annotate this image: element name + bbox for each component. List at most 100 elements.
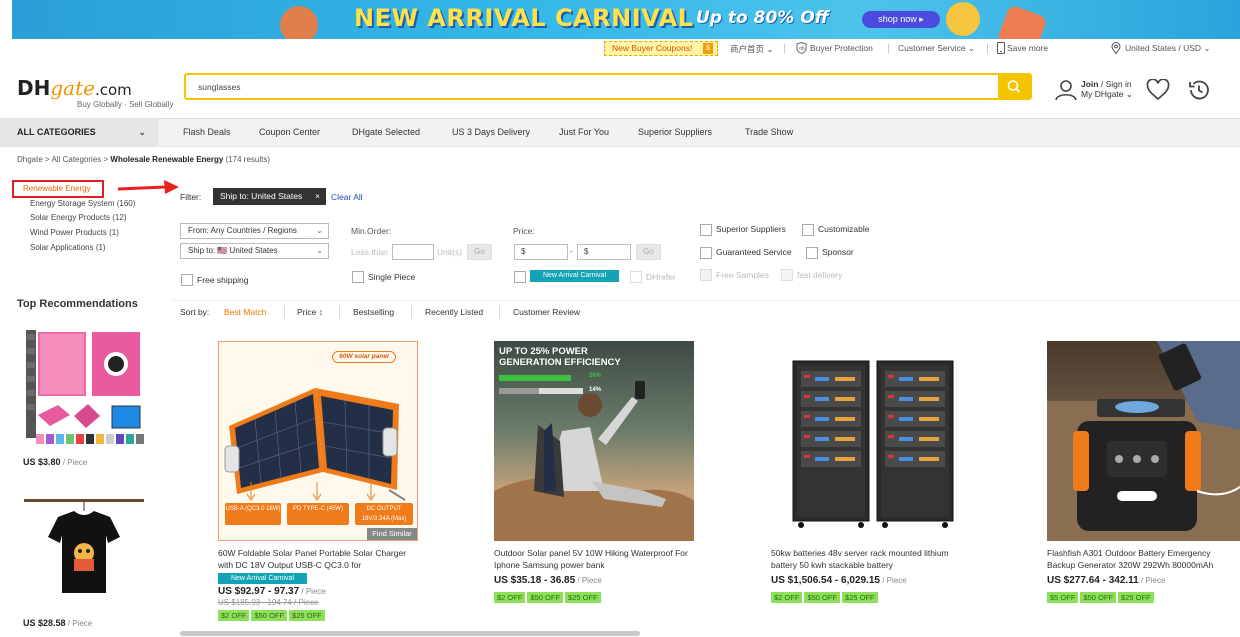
nav-coupon-center[interactable]: Coupon Center	[259, 127, 320, 137]
user-icon[interactable]	[1054, 78, 1078, 102]
product-card[interactable]: 60W solar panel USB-A (QC3.0 18W) PD TYP…	[218, 341, 418, 622]
coupon-tag[interactable]: $25 OFF	[842, 592, 878, 603]
search-button[interactable]	[998, 75, 1030, 98]
product-card[interactable]: 50kw batteries 48v server rack mounted l…	[771, 341, 971, 604]
min-order-input[interactable]	[392, 244, 434, 260]
price-go-button[interactable]: Go	[636, 244, 661, 260]
product-image[interactable]	[771, 341, 971, 541]
history-icon[interactable]	[1187, 78, 1211, 104]
coupon-tag[interactable]: $50 OFF	[251, 610, 288, 621]
sign-in-link[interactable]: Join / Sign in My DHgate ⌄	[1081, 79, 1133, 99]
nav-dhgate-selected[interactable]: DHgate Selected	[352, 127, 420, 137]
min-order-go-button[interactable]: Go	[467, 244, 492, 260]
from-region-select[interactable]: From: Any Countries / Regions ⌄	[180, 223, 329, 239]
sidebar-category-renewable-energy[interactable]: Renewable Energy	[12, 180, 104, 198]
buyer-protection-link[interactable]: Buyer Protection	[810, 43, 873, 53]
customer-service-menu[interactable]: Customer Service ⌄	[898, 43, 975, 54]
heart-icon[interactable]	[1146, 78, 1170, 103]
product-card[interactable]: Flashfish A301 Outdoor Battery Emergency…	[1047, 341, 1240, 604]
search-input[interactable]: sunglasses	[198, 82, 241, 92]
coupon-tag[interactable]: $5 OFF	[1047, 592, 1079, 603]
promo-banner[interactable]: NEW ARRIVAL CARNIVAL Up to 80% Off shop …	[12, 0, 1240, 39]
sidebar-item-solar-energy[interactable]: Solar Energy Products (12)	[30, 213, 127, 222]
sign-in-label[interactable]: / Sign in	[1098, 79, 1132, 89]
single-piece-checkbox[interactable]	[352, 271, 364, 283]
sidebar-item-wind-power[interactable]: Wind Power Products (1)	[30, 228, 119, 237]
customizable-label: Customizable	[818, 224, 870, 234]
clear-all-link[interactable]: Clear All	[331, 192, 363, 202]
price-max-input[interactable]: $	[577, 244, 631, 260]
join-link[interactable]: Join	[1081, 79, 1098, 89]
nav-trade-show[interactable]: Trade Show	[745, 127, 793, 137]
product-title[interactable]: Outdoor Solar panel 5V 10W Hiking Waterp…	[494, 547, 694, 571]
nav-just-for-you[interactable]: Just For You	[559, 127, 609, 137]
my-dhgate-menu[interactable]: My DHgate ⌄	[1081, 89, 1133, 99]
price-unit: / Piece	[60, 458, 88, 467]
new-arrival-carnival-badge: New Arrival Carnival	[530, 270, 619, 282]
guaranteed-service-checkbox[interactable]	[700, 247, 712, 259]
product-image[interactable]: UP TO 25% POWER GENERATION EFFICIENCY 26…	[494, 341, 694, 541]
coupon-tag[interactable]: $50 OFF	[804, 592, 841, 603]
fast-delivery-label: fast delivery	[797, 270, 843, 280]
recommendation-image[interactable]	[18, 495, 150, 607]
dhrefer-checkbox[interactable]	[630, 271, 642, 283]
coupon-tag[interactable]: $2 OFF	[218, 610, 250, 621]
sponsor-checkbox[interactable]	[806, 247, 818, 259]
product-price: US $35.18 - 36.85 / Piece	[494, 575, 694, 586]
header: DHgate.com Buy Globally · Sell Globally …	[0, 58, 1240, 118]
sort-price[interactable]: Price ↕	[297, 307, 323, 317]
product-title[interactable]: Flashfish A301 Outdoor Battery Emergency…	[1047, 547, 1240, 571]
all-categories-menu[interactable]: ALL CATEGORIES ⌄	[0, 119, 158, 146]
breadcrumb-path[interactable]: Dhgate > All Categories >	[17, 155, 110, 164]
coupon-tag[interactable]: $2 OFF	[771, 592, 803, 603]
nav-flash-deals[interactable]: Flash Deals	[183, 127, 231, 137]
ship-to-select[interactable]: Ship to: 🇺🇸 United States ⌄	[180, 243, 329, 259]
port-label: USB-A (QC3.0 18W)	[225, 503, 281, 525]
new-arrival-carnival-badge: New Arrival Carnival	[218, 573, 307, 584]
product-image[interactable]	[1047, 341, 1240, 541]
close-icon[interactable]: ×	[315, 188, 320, 205]
merchant-home-link[interactable]: 商户首页 ⌄	[730, 43, 773, 55]
banner-shop-now-button[interactable]: shop now ▸	[862, 11, 940, 28]
single-piece-label: Single Piece	[368, 272, 416, 282]
dhgate-logo[interactable]: DHgate.com	[17, 76, 132, 100]
fast-delivery-checkbox[interactable]	[781, 269, 793, 281]
sort-bestselling[interactable]: Bestselling	[353, 307, 394, 317]
sort-recently-listed[interactable]: Recently Listed	[425, 307, 483, 317]
nav-superior-suppliers[interactable]: Superior Suppliers	[638, 127, 712, 137]
new-arrival-checkbox[interactable]	[514, 271, 526, 283]
coupon-tag[interactable]: $50 OFF	[527, 592, 564, 603]
banner-title: NEW ARRIVAL CARNIVAL	[354, 4, 694, 32]
search-bar[interactable]: sunglasses	[184, 73, 1032, 100]
save-more-link[interactable]: Save more	[1007, 43, 1048, 53]
product-price: US $92.97 - 97.37 / Piece	[218, 586, 418, 597]
superior-suppliers-checkbox[interactable]	[700, 224, 712, 236]
free-shipping-checkbox[interactable]	[181, 274, 193, 286]
divider	[888, 44, 889, 54]
sidebar-item-energy-storage[interactable]: Energy Storage System (160)	[30, 199, 135, 208]
sort-customer-review[interactable]: Customer Review	[513, 307, 580, 317]
product-title[interactable]: 60W Foldable Solar Panel Portable Solar …	[218, 547, 418, 571]
nav-us-3-days-delivery[interactable]: US 3 Days Delivery	[452, 127, 530, 137]
price-min-input[interactable]: $	[514, 244, 568, 260]
sidebar-item-solar-applications[interactable]: Solar Applications (1)	[30, 243, 106, 252]
coupon-tag[interactable]: $50 OFF	[1080, 592, 1117, 603]
horizontal-scrollbar[interactable]	[180, 631, 640, 636]
coupon-tag[interactable]: $25 OFF	[1118, 592, 1154, 603]
product-title[interactable]: 50kw batteries 48v server rack mounted l…	[771, 547, 971, 571]
new-buyer-coupons-link[interactable]: New Buyer Coupons! $	[604, 41, 718, 56]
filter-chip-ship-to[interactable]: Ship to: United States ×	[213, 188, 326, 205]
free-samples-checkbox[interactable]	[700, 269, 712, 281]
coupon-tag[interactable]: $25 OFF	[289, 610, 325, 621]
region-currency-selector[interactable]: United States / USD ⌄	[1125, 43, 1211, 54]
recommendation-image[interactable]	[18, 320, 150, 448]
product-image[interactable]: 60W solar panel USB-A (QC3.0 18W) PD TYP…	[218, 341, 418, 541]
product-card[interactable]: UP TO 25% POWER GENERATION EFFICIENCY 26…	[494, 341, 694, 604]
find-similar-button[interactable]: Find Similar	[367, 528, 417, 540]
coupon-tags: $2 OFF $50 OFF $25 OFF	[218, 610, 418, 622]
coupon-tag[interactable]: $2 OFF	[494, 592, 526, 603]
coupon-tag[interactable]: $25 OFF	[565, 592, 601, 603]
sort-best-match[interactable]: Best Match	[224, 307, 267, 317]
customizable-checkbox[interactable]	[802, 224, 814, 236]
ship-to-value: Ship to: 🇺🇸 United States	[188, 246, 278, 255]
